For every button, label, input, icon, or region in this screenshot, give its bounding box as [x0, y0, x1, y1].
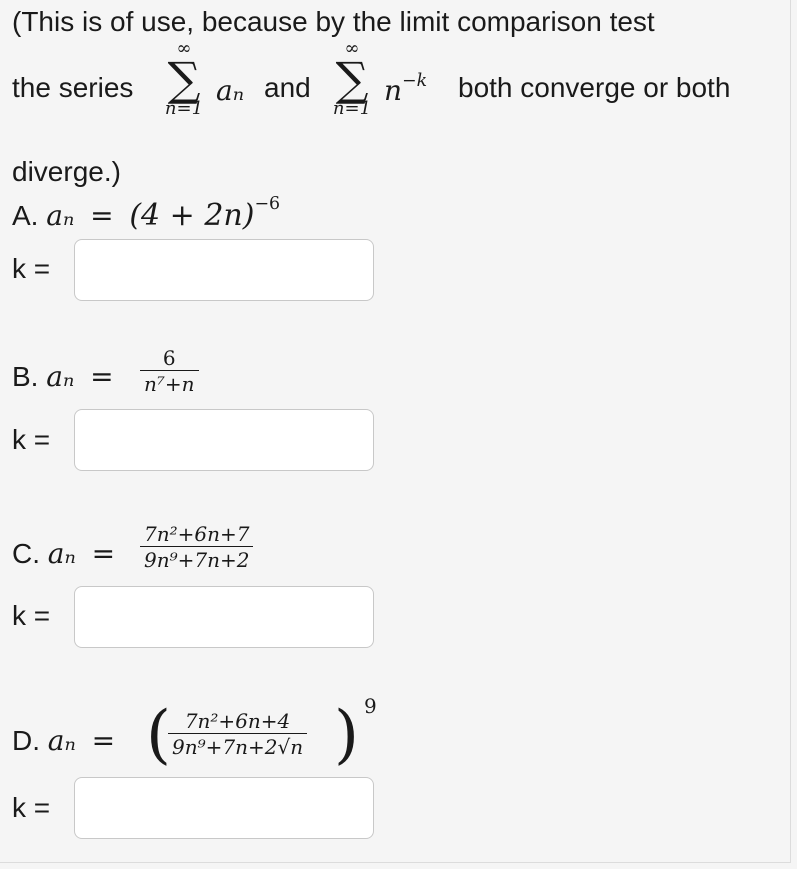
k-label-a: k =: [12, 253, 51, 284]
k-label-b: k =: [12, 424, 51, 455]
intro-and: and: [264, 72, 311, 103]
part-b-label: B. aₙ =: [12, 360, 114, 393]
k-input-b[interactable]: [74, 409, 374, 471]
part-a-label: A. aₙ = (4 + 2n)−6: [12, 193, 281, 233]
k-label-c: k =: [12, 600, 51, 631]
sum-2: ∞ ∑ n=1: [332, 38, 372, 119]
sum-1: ∞ ∑ n=1: [164, 38, 204, 119]
fraction-c: 7n²+6n+7 9n⁹+7n+2: [140, 522, 254, 573]
intro-diverge: diverge.): [12, 156, 121, 187]
intro-both: both converge or both: [458, 72, 731, 103]
exponent-d: 9: [364, 694, 377, 718]
part-d-label: D. aₙ =: [12, 724, 116, 757]
fraction-d: 7n²+6n+4 9n⁹+7n+2√n: [168, 709, 308, 760]
k-input-a[interactable]: [74, 239, 374, 301]
sum-2-term: n−k: [384, 70, 428, 107]
k-input-d[interactable]: [74, 777, 374, 839]
question-panel: (This is of use, because by the limit co…: [0, 0, 791, 863]
paren-close-d: ): [334, 698, 359, 772]
intro-the-series: the series: [12, 72, 134, 103]
k-label-d: k =: [12, 792, 51, 823]
fraction-b: 6 n⁷+n: [140, 346, 199, 397]
part-c-label: C. aₙ =: [12, 537, 116, 570]
intro-text: (This is of use, because by the limit co…: [12, 6, 655, 37]
k-input-c[interactable]: [74, 586, 374, 648]
sum-1-term: aₙ: [216, 74, 245, 107]
